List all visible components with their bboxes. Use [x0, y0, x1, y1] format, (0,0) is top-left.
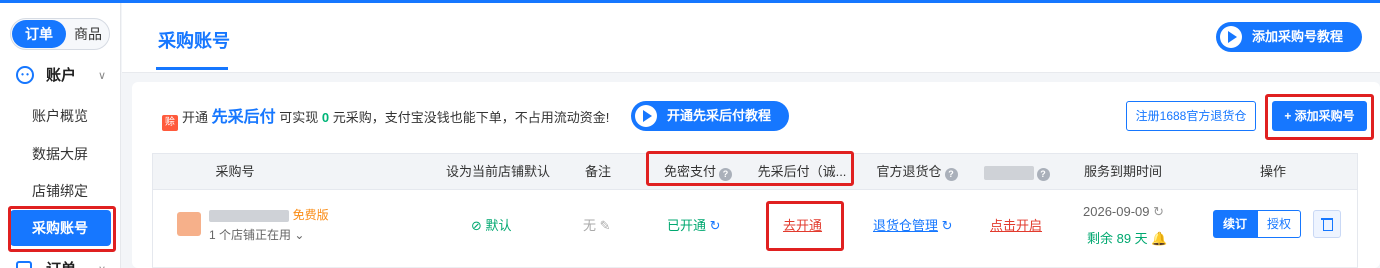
account-avatar — [177, 212, 201, 236]
highlight-frame — [646, 151, 854, 186]
content-card: 赊开通 先采后付 可实现 0 元采购，支付宝没钱也能下单，不占用流动资金! 开通… — [132, 82, 1380, 268]
register-return-warehouse-button[interactable]: 注册1688官方退货仓 — [1126, 101, 1256, 131]
col-expiry: 服务到期时间 — [1083, 164, 1162, 179]
promo-suffix: 元采购，支付宝没钱也能下单，不占用流动资金! — [332, 110, 610, 125]
page-header: 采购账号 添加采购号教程 — [122, 3, 1380, 73]
col-set-default: 设为当前店铺默认 — [445, 164, 550, 179]
sidebar: 订单 商品 • • 账户 ∨ 账户概览 数据大屏 店铺绑定 采购账号 订单 ∨ — [0, 3, 121, 268]
col-actions: 操作 — [1259, 164, 1286, 179]
sidebar-group-label-orders: 订单 — [46, 259, 76, 268]
account-icon: • • — [16, 66, 34, 84]
chevron-down-icon: ∨ — [98, 259, 106, 268]
account-name: 免费版 — [209, 206, 329, 223]
plan-badge: 免费版 — [292, 208, 329, 222]
paylater-tutorial-button[interactable]: 开通先采后付教程 — [631, 101, 789, 131]
paylater-promo: 赊开通 先采后付 可实现 0 元采购，支付宝没钱也能下单，不占用流动资金! — [162, 106, 610, 131]
promo-middle: 可实现 — [279, 110, 319, 125]
page-title: 采购账号 — [158, 31, 230, 51]
check-circle-icon: ⊘ — [471, 218, 482, 233]
shops-using-dropdown[interactable]: 1 个店铺正在用 ⌄ — [209, 226, 304, 243]
note-value: 无 — [583, 218, 597, 233]
authorize-button[interactable]: 授权 — [1257, 210, 1301, 238]
order-icon — [16, 261, 32, 268]
password-free-value: 已开通 — [667, 218, 707, 233]
masked-account-id — [209, 209, 289, 222]
chevron-down-icon: ⌄ — [294, 228, 305, 242]
help-icon[interactable]: ? — [1036, 168, 1050, 181]
tutorial-button-label: 添加采购号教程 — [1252, 29, 1344, 44]
default-label: 默认 — [485, 218, 512, 233]
shops-using: 1 个店铺正在用 — [209, 228, 292, 242]
renew-button[interactable]: 续订 — [1213, 210, 1257, 238]
return-warehouse-manage-link[interactable]: 退货仓管理 — [873, 218, 938, 233]
obscured-label — [983, 165, 1034, 180]
refresh-icon[interactable]: ↻ — [942, 218, 953, 233]
highlight-frame — [8, 206, 116, 252]
table-row: 免费版 1 个店铺正在用 ⌄ ⊘ 默认 无 ✎ 已开通 ↻ 去开通 退货仓管理 … — [152, 190, 1358, 268]
remaining-days: 剩余 89 天 🔔 — [1087, 228, 1168, 247]
highlight-frame — [766, 201, 844, 251]
title-underline — [156, 67, 228, 70]
promo-prefix: 开通 — [182, 110, 209, 125]
play-icon — [1220, 26, 1242, 48]
sidebar-item-shop-binding[interactable]: 店铺绑定 — [10, 173, 111, 209]
refresh-icon[interactable]: ↻ — [710, 218, 721, 233]
note-cell[interactable]: 无 ✎ — [583, 215, 611, 234]
remaining-days-value: 剩余 89 天 — [1087, 231, 1148, 246]
col-obscured: ? — [979, 154, 1054, 189]
play-icon — [635, 105, 657, 127]
order-product-toggle[interactable]: 订单 商品 — [10, 18, 110, 50]
chevron-down-icon: ∨ — [98, 70, 107, 82]
sidebar-group-label: 账户 — [46, 67, 77, 84]
return-warehouse-cell: 退货仓管理 ↻ — [873, 215, 953, 234]
promo-zero: 0 — [321, 110, 330, 125]
col-note: 备注 — [584, 164, 611, 179]
col-account: 采购号 — [215, 164, 255, 179]
edit-icon: ✎ — [599, 218, 611, 233]
promo-brand: 先采后付 — [211, 109, 276, 126]
add-account-tutorial-button[interactable]: 添加采购号教程 — [1216, 22, 1362, 52]
credit-icon: 赊 — [162, 115, 178, 131]
highlight-frame — [1265, 94, 1374, 140]
default-status[interactable]: ⊘ 默认 — [471, 215, 512, 234]
toggle-orders[interactable]: 订单 — [12, 20, 66, 48]
sidebar-item-overview[interactable]: 账户概览 — [10, 98, 111, 134]
bell-icon[interactable]: 🔔 — [1151, 231, 1167, 246]
sidebar-item-dashboard[interactable]: 数据大屏 — [10, 136, 111, 172]
sidebar-group-orders[interactable]: 订单 ∨ — [16, 259, 116, 268]
sidebar-group-account[interactable]: • • 账户 ∨ — [16, 65, 116, 87]
expiry-date: 2026-09-09 ↻ — [1083, 204, 1164, 220]
enable-link[interactable]: 点击开启 — [990, 215, 1042, 234]
refresh-icon[interactable]: ↻ — [1153, 204, 1164, 219]
col-return-warehouse: 官方退货仓? — [863, 154, 971, 189]
password-free-status: 已开通 ↻ — [667, 215, 721, 234]
col-return-warehouse-label: 官方退货仓 — [876, 164, 942, 179]
help-icon[interactable]: ? — [944, 168, 958, 181]
expiry-date-value: 2026-09-09 — [1083, 204, 1150, 219]
toggle-products[interactable]: 商品 — [67, 20, 109, 48]
delete-icon[interactable] — [1313, 210, 1341, 238]
paylater-tutorial-label: 开通先采后付教程 — [667, 108, 772, 123]
